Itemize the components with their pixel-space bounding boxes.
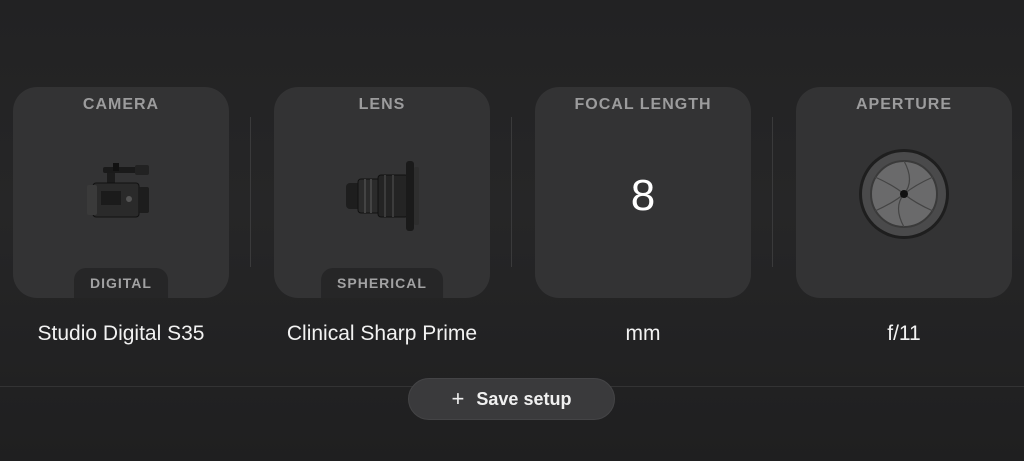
plus-icon: + [451, 386, 465, 411]
divider [511, 117, 512, 267]
focal-length-unit: mm [625, 322, 661, 345]
lens-value: Clinical Sharp Prime [286, 322, 478, 345]
divider [250, 117, 251, 267]
lens-card[interactable]: SPHERICAL [274, 87, 490, 298]
camera-card[interactable]: DIGITAL [13, 87, 229, 298]
save-setup-button[interactable]: + Save setup [408, 378, 615, 420]
camera-type-badge: DIGITAL [74, 268, 168, 298]
lens-card-title: LENS [358, 96, 406, 113]
aperture-card-title: APERTURE [855, 96, 952, 113]
focal-length-card[interactable]: 8 [535, 87, 751, 298]
aperture-value: f/11 [887, 322, 921, 345]
save-setup-label: Save setup [476, 388, 572, 409]
lens-icon [346, 161, 419, 231]
cinema-camera-icon [87, 163, 149, 218]
camera-value: Studio Digital S35 [37, 322, 205, 345]
aperture-card[interactable] [796, 87, 1012, 298]
camera-card-title: CAMERA [82, 96, 160, 113]
aperture-icon [859, 149, 949, 239]
lens-type-badge: SPHERICAL [321, 268, 443, 298]
focal-length-value: 8 [630, 171, 656, 220]
focal-length-card-title: FOCAL LENGTH [574, 96, 712, 113]
divider [772, 117, 773, 267]
